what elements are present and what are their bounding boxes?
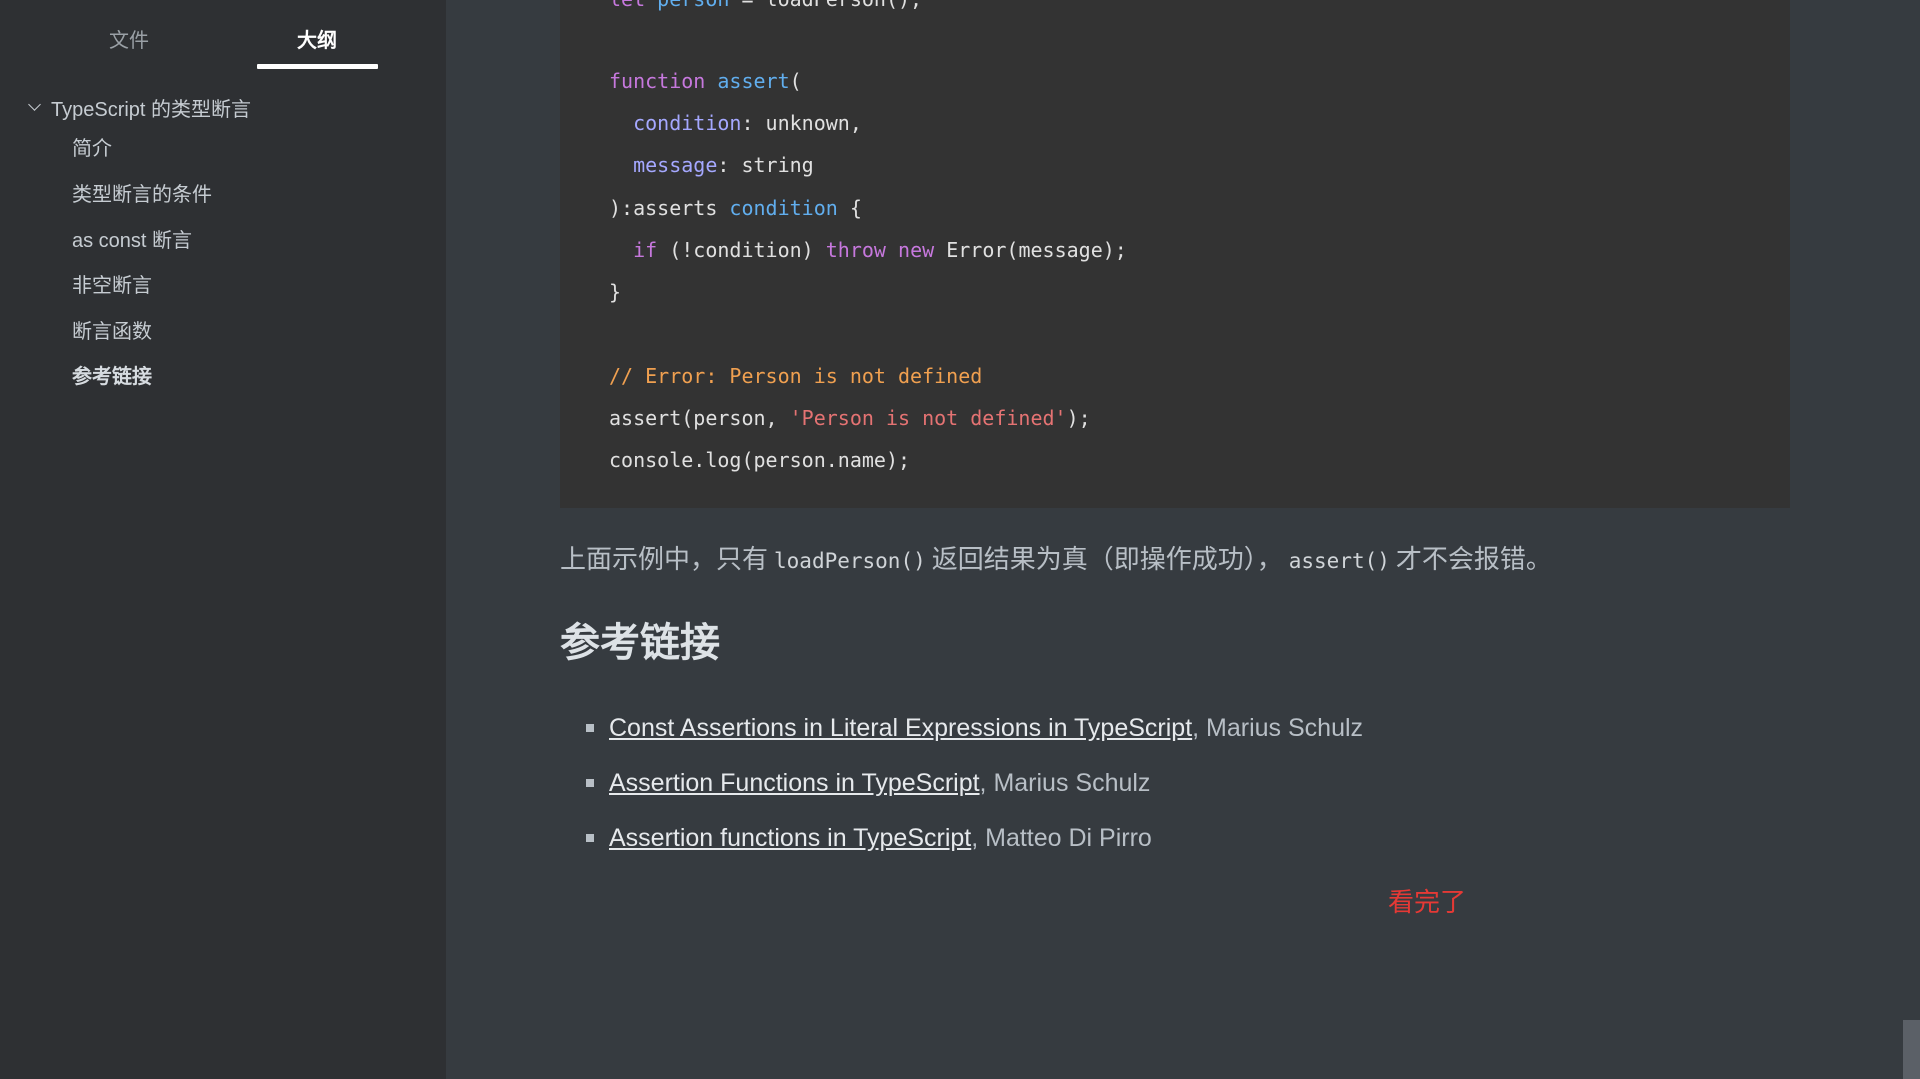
code-line-5: ):asserts condition {: [609, 196, 862, 220]
inline-code-loadperson: loadPerson(): [774, 549, 926, 573]
sidebar: 文件 大纲 TypeScript 的类型断言 简介 类型断言的条件 as con…: [0, 0, 446, 1079]
prose-text: 返回结果为真（即操作成功），: [931, 544, 1283, 574]
sidebar-tabs: 文件 大纲: [0, 0, 446, 72]
finished-reading-button[interactable]: 看完了: [1388, 884, 1466, 920]
square-bullet-icon: [586, 724, 594, 732]
inline-code-assert: assert(): [1288, 549, 1390, 573]
section-heading: 参考链接: [560, 621, 720, 665]
prose-text: 才不会报错。: [1395, 544, 1552, 574]
code-block[interactable]: let person = loadPerson(); function asse…: [560, 0, 1790, 508]
square-bullet-icon: [586, 779, 594, 787]
code-line-10: console.log(person.name);: [609, 448, 911, 472]
reference-author: , Marius Schulz: [1192, 714, 1364, 742]
square-bullet-icon: [586, 834, 594, 842]
active-tab-indicator: [257, 64, 378, 69]
prose-text: 上面示例中，只有: [560, 544, 769, 574]
reference-author: , Marius Schulz: [979, 769, 1151, 797]
code-line-8: // Error: Person is not defined: [609, 364, 983, 388]
tab-outline[interactable]: 大纲: [257, 24, 377, 53]
chevron-down-icon[interactable]: [28, 98, 41, 111]
outline-item-intro[interactable]: 简介: [72, 134, 112, 164]
code-line-2: function assert(: [609, 69, 802, 93]
outline-item-assert-functions[interactable]: 断言函数: [72, 317, 152, 347]
outline-item-non-null[interactable]: 非空断言: [72, 271, 152, 301]
outline-item-as-const[interactable]: as const 断言: [72, 226, 192, 256]
tab-files[interactable]: 文件: [100, 24, 158, 53]
reference-author: , Matteo Di Pirro: [971, 824, 1152, 852]
code-line-4: message: string: [633, 153, 814, 177]
outline-item-root[interactable]: TypeScript 的类型断言: [28, 92, 252, 122]
reference-link[interactable]: Const Assertions in Literal Expressions …: [609, 714, 1192, 742]
scrollbar-thumb[interactable]: [1903, 1020, 1920, 1079]
outline-item-conditions[interactable]: 类型断言的条件: [72, 180, 212, 210]
code-line-6: if (!condition) throw new Error(message)…: [633, 238, 1127, 262]
outline-root-label: TypeScript 的类型断言: [51, 98, 252, 121]
code-line-1: let person = loadPerson();: [609, 0, 922, 14]
reference-link[interactable]: Assertion functions in TypeScript: [609, 824, 971, 852]
main-content: let person = loadPerson(); function asse…: [446, 0, 1920, 1079]
code-line-3: condition: unknown,: [633, 111, 862, 135]
outline-item-references[interactable]: 参考链接: [72, 362, 152, 392]
code-line-7: }: [609, 280, 622, 304]
code-line-9: assert(person, 'Person is not defined');: [609, 406, 1091, 430]
paragraph: 上面示例中，只有 loadPerson() 返回结果为真（即操作成功）， assert…: [560, 541, 1552, 577]
reference-link[interactable]: Assertion Functions in TypeScript: [609, 769, 980, 797]
